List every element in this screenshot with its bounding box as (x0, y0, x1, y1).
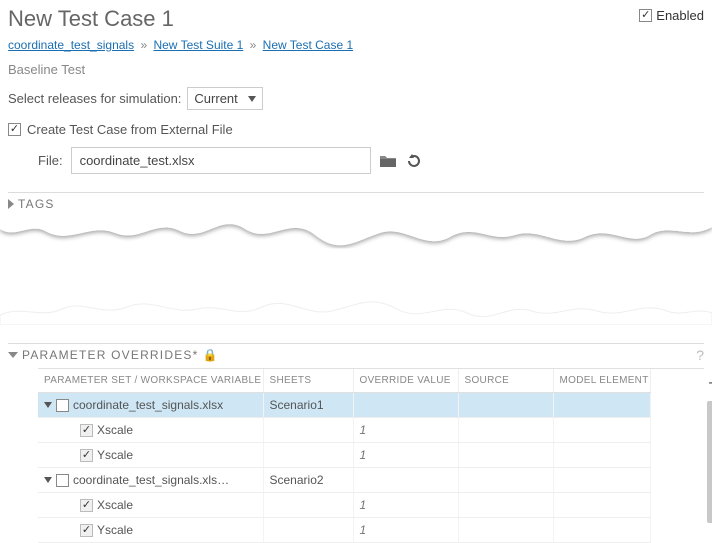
file-input[interactable] (71, 147, 371, 174)
row-name: Yscale (97, 448, 133, 462)
table-row[interactable]: Xscale 1 (38, 418, 650, 443)
row-checkbox[interactable] (80, 524, 93, 537)
row-sheet: Scenario2 (263, 468, 353, 493)
expand-row-icon[interactable] (44, 477, 52, 483)
checkbox-icon (639, 9, 652, 22)
table-row[interactable]: coordinate_test_signals.xlsx Scenario1 (38, 393, 650, 418)
content-break (0, 215, 712, 325)
row-name: Xscale (97, 423, 133, 437)
row-name: coordinate_test_signals.xlsx (73, 398, 223, 412)
table-row[interactable]: coordinate_test_signals.xls… Scenario2 (38, 468, 650, 493)
breadcrumb: coordinate_test_signals » New Test Suite… (8, 38, 704, 52)
overrides-section-label: PARAMETER OVERRIDES* (22, 348, 198, 362)
row-name: Yscale (97, 523, 133, 537)
row-checkbox[interactable] (56, 399, 69, 412)
col-override[interactable]: OVERRIDE VALUE (353, 369, 458, 393)
page-title: New Test Case 1 (8, 6, 174, 32)
col-sheets[interactable]: SHEETS (263, 369, 353, 393)
enabled-checkbox[interactable]: Enabled (639, 8, 704, 23)
scrollbar-thumb[interactable] (707, 401, 712, 523)
add-row-button[interactable]: + (704, 369, 712, 399)
baseline-label: Baseline Test (8, 62, 704, 77)
table-row[interactable]: Yscale 1 (38, 518, 650, 543)
enabled-label: Enabled (656, 8, 704, 23)
collapse-icon (8, 352, 18, 358)
row-name: coordinate_test_signals.xls… (73, 473, 229, 487)
row-override[interactable]: 1 (353, 418, 458, 443)
chevron-down-icon (248, 96, 256, 102)
row-override[interactable]: 1 (353, 493, 458, 518)
row-checkbox[interactable] (56, 474, 69, 487)
col-model[interactable]: MODEL ELEMENT (553, 369, 650, 393)
create-from-file-label: Create Test Case from External File (27, 122, 233, 137)
overrides-table: PARAMETER SET / WORKSPACE VARIABLE SHEET… (38, 369, 651, 543)
overrides-section-header[interactable]: PARAMETER OVERRIDES* 🔒 (8, 343, 704, 362)
breadcrumb-link-2[interactable]: New Test Case 1 (263, 38, 354, 52)
row-name: Xscale (97, 498, 133, 512)
browse-button[interactable] (379, 153, 397, 169)
help-button[interactable]: ? (696, 347, 704, 363)
lock-icon: 🔒 (202, 348, 218, 362)
row-sheet: Scenario1 (263, 393, 353, 418)
row-checkbox[interactable] (80, 449, 93, 462)
tags-section-label: TAGS (18, 197, 55, 211)
breadcrumb-link-0[interactable]: coordinate_test_signals (8, 38, 134, 52)
breadcrumb-sep: » (140, 38, 147, 52)
row-override[interactable]: 1 (353, 518, 458, 543)
file-label: File: (38, 153, 63, 168)
checkbox-icon (8, 123, 21, 136)
releases-select-value: Current (194, 91, 237, 106)
table-row[interactable]: Yscale 1 (38, 443, 650, 468)
breadcrumb-sep: » (250, 38, 257, 52)
refresh-button[interactable] (405, 153, 423, 169)
breadcrumb-link-1[interactable]: New Test Suite 1 (153, 38, 243, 52)
table-row[interactable]: Xscale 1 (38, 493, 650, 518)
expand-icon (8, 199, 14, 209)
releases-label: Select releases for simulation: (8, 91, 181, 106)
tags-section-header[interactable]: TAGS (8, 192, 704, 211)
col-source[interactable]: SOURCE (458, 369, 553, 393)
col-parameter[interactable]: PARAMETER SET / WORKSPACE VARIABLE (38, 369, 263, 393)
create-from-file-checkbox[interactable]: Create Test Case from External File (8, 122, 704, 137)
row-override[interactable]: 1 (353, 443, 458, 468)
row-checkbox[interactable] (80, 499, 93, 512)
expand-row-icon[interactable] (44, 402, 52, 408)
row-checkbox[interactable] (80, 424, 93, 437)
releases-select[interactable]: Current (187, 87, 262, 110)
